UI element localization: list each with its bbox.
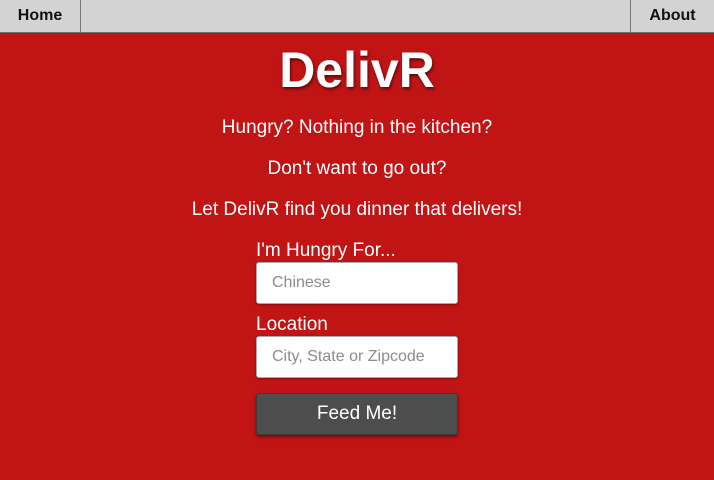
food-label: I'm Hungry For... xyxy=(256,240,396,261)
app-title: DelivR xyxy=(279,42,435,98)
tagline-line-1: Hungry? Nothing in the kitchen? xyxy=(221,117,493,138)
tagline-line-3: Let DelivR find you dinner that delivers… xyxy=(191,199,523,220)
location-label: Location xyxy=(256,314,328,335)
top-navbar: Home About xyxy=(0,0,714,33)
nav-home-link[interactable]: Home xyxy=(0,0,81,32)
tagline-line-2: Don't want to go out? xyxy=(267,158,447,179)
nav-about-link[interactable]: About xyxy=(630,0,714,32)
location-input[interactable] xyxy=(256,336,458,378)
food-input[interactable] xyxy=(256,262,458,304)
feed-me-button[interactable]: Feed Me! xyxy=(256,393,458,435)
